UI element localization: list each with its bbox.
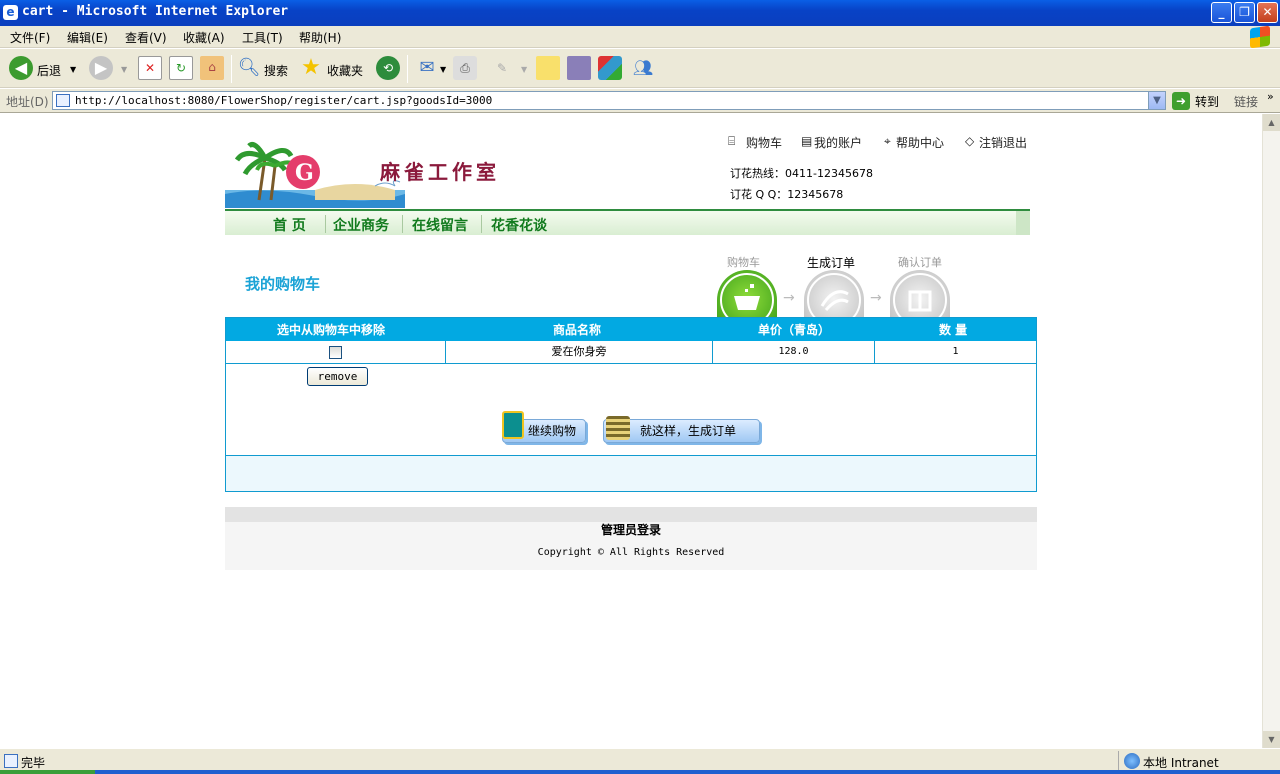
forward-arrow-icon[interactable]: ▶ [89,56,113,80]
menu-tools[interactable]: 工具(T) [242,29,283,46]
go-arrow-icon[interactable]: ➜ [1172,92,1190,110]
coins-icon [606,416,630,440]
menu-help[interactable]: 帮助(H) [299,29,341,46]
unit-price: 128.0 [713,341,875,364]
copyright: Copyright © All Rights Reserved [537,547,725,558]
intranet-globe-icon [1124,753,1140,769]
main-nav: 首 页 企业商务 在线留言 花香花谈 [225,209,1030,235]
hotline-text: 订花热线：0411-12345678 [730,167,873,180]
menu-view[interactable]: 查看(V) [125,29,167,46]
back-label[interactable]: 后退 [37,62,61,79]
menu-bar: 文件(F) 编辑(E) 查看(V) 收藏(A) 工具(T) 帮助(H) [0,25,1280,49]
go-button[interactable]: 转到 [1195,93,1219,110]
cart-table-header: 选中从购物车中移除 商品名称 单价（青岛） 数 量 [226,318,1036,341]
discuss-icon[interactable] [536,56,560,80]
refresh-icon[interactable]: ↻ [169,56,193,80]
document-icon: ▤ [801,134,813,148]
window-titlebar: e cart - Microsoft Internet Explorer _ ❐… [0,0,1280,26]
research-icon[interactable] [567,56,591,80]
page-done-icon [4,754,18,768]
remove-button[interactable]: remove [307,367,368,386]
nav-home[interactable]: 首 页 [273,215,306,235]
site-footer: 管理员登录 Copyright © All Rights Reserved [225,507,1037,570]
security-zone: 本地 Intranet [1143,756,1219,770]
taskbar-strip [0,770,1280,774]
favorites-star-icon[interactable]: ★ [299,56,323,80]
menu-favorites[interactable]: 收藏(A) [183,29,225,46]
toplink-help[interactable]: 帮助中心 [896,134,944,151]
address-url[interactable]: http://localhost:8080/FlowerShop/registe… [75,94,492,107]
col-product: 商品名称 [553,323,602,337]
step-cart-label: 购物车 [727,256,760,269]
scroll-up-icon[interactable]: ▲ [1263,114,1280,131]
cart-icon: ⌸ [728,134,736,148]
address-dropdown-icon[interactable]: ▼ [1148,92,1165,109]
window-title: cart - Microsoft Internet Explorer [22,4,289,19]
favorites-label[interactable]: 收藏夹 [327,62,363,79]
page-title: 我的购物车 [245,275,321,293]
toplink-account[interactable]: 我的账户 [814,134,862,151]
home-icon[interactable]: ⌂ [200,56,224,80]
qq-text: 订花 Q Q：12345678 [730,188,844,201]
search-label[interactable]: 搜索 [264,62,288,79]
arrow-right-icon: → [870,290,882,306]
back-dropdown-icon[interactable]: ▼ [70,65,76,74]
quantity: 1 [952,346,959,357]
continue-shopping-button[interactable]: 继续购物 [502,411,586,443]
remove-checkbox[interactable] [329,345,342,359]
messenger-icon[interactable] [598,56,622,80]
arrow-right-icon: → [783,290,795,306]
address-input[interactable]: http://localhost:8080/FlowerShop/registe… [52,91,1166,110]
edit-dropdown-icon[interactable]: ▼ [521,65,527,74]
links-button[interactable]: 链接 [1234,93,1258,110]
svg-text:G: G [295,160,314,186]
page-icon [56,94,70,107]
nav-messages[interactable]: 在线留言 [412,215,468,235]
close-button[interactable]: ✕ [1257,2,1278,23]
stop-icon[interactable]: ✕ [138,56,162,80]
shopping-bag-icon [502,411,524,439]
back-arrow-icon[interactable]: ◀ [9,56,33,80]
chevron-right-icon[interactable]: » [1267,90,1274,103]
col-price: 单价（青岛） [758,323,831,337]
ie-icon: e [3,5,18,20]
col-remove: 选中从购物车中移除 [277,323,386,337]
crosshair-icon: ⌖ [884,134,891,148]
brand-name: 麻雀工作室 [380,160,500,184]
status-text: 完毕 [21,756,46,770]
forward-dropdown-icon[interactable]: ▼ [121,65,127,74]
menu-file[interactable]: 文件(F) [10,29,50,46]
minimize-button[interactable]: _ [1211,2,1232,23]
print-icon[interactable]: ⎙ [453,56,477,80]
history-icon[interactable]: ⟲ [376,56,400,80]
product-name: 爱在你身旁 [446,341,713,364]
mail-icon[interactable]: ✉ [415,56,439,80]
address-label: 地址(D) [6,95,49,109]
checkout-button[interactable]: 就这样，生成订单 [603,416,760,443]
mail-dropdown-icon[interactable]: ▼ [440,65,446,74]
toplink-cart[interactable]: 购物车 [746,134,782,151]
nav-flowertalk[interactable]: 花香花谈 [491,215,547,235]
address-bar: 地址(D) http://localhost:8080/FlowerShop/r… [0,89,1280,113]
scroll-down-icon[interactable]: ▼ [1263,731,1280,748]
users-icon[interactable]: 👥︎ [631,56,655,80]
windows-logo-icon [1250,25,1270,49]
edit-icon[interactable]: ✎ [490,56,514,80]
step-confirm-label: 确认订单 [898,256,942,269]
search-icon[interactable]: 🔍︎ [237,56,261,80]
toolbar: ◀ 后退 ▼ ▶ ▼ ✕ ↻ ⌂ 🔍︎ 搜索 ★ 收藏夹 ⟲ ✉ ▼ ⎙ ✎ ▼… [0,49,1280,88]
menu-edit[interactable]: 编辑(E) [67,29,108,46]
col-quantity: 数 量 [939,323,968,337]
admin-login-link[interactable]: 管理员登录 [225,521,1037,538]
maximize-button[interactable]: ❐ [1234,2,1255,23]
tag-icon: ◇ [965,134,975,148]
table-row: 爱在你身旁 128.0 1 [226,341,1036,364]
step-order-label: 生成订单 [807,256,856,270]
cart-footer-band [226,455,1036,491]
nav-business[interactable]: 企业商务 [333,215,389,235]
cart-table: 选中从购物车中移除 商品名称 单价（青岛） 数 量 爱在你身旁 128.0 1 … [225,317,1037,492]
toplink-logout[interactable]: 注销退出 [979,134,1027,151]
vertical-scrollbar[interactable]: ▲ ▼ [1262,114,1280,748]
